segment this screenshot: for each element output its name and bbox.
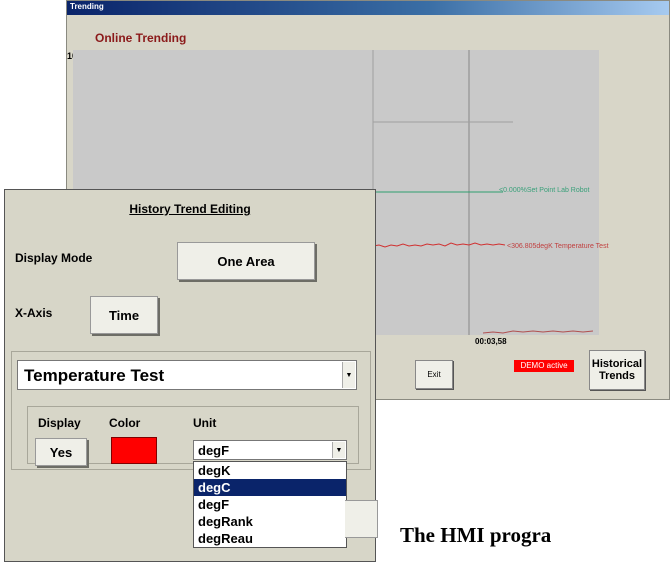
historical-trends-line2: Trends bbox=[598, 370, 636, 382]
historical-trends-line1: Historical bbox=[591, 358, 643, 370]
historical-trends-button[interactable]: Historical Trends bbox=[589, 350, 645, 390]
display-mode-button[interactable]: One Area bbox=[177, 242, 315, 280]
unit-select-value: degF bbox=[198, 443, 230, 458]
x-axis-label: X-Axis bbox=[15, 306, 53, 320]
setpoint-trend-label: <0.000%Set Point Lab Robot bbox=[499, 187, 590, 194]
trend-select-value: Temperature Test bbox=[24, 366, 165, 385]
color-swatch[interactable] bbox=[111, 437, 157, 464]
display-yes-button[interactable]: Yes bbox=[35, 438, 87, 466]
temperature-trend-line bbox=[372, 242, 506, 248]
dialog-title: History Trend Editing bbox=[129, 202, 251, 216]
time-axis-label: 00:03,58 bbox=[475, 337, 507, 346]
trending-window-title: Trending bbox=[70, 2, 104, 11]
trending-titlebar[interactable]: Trending bbox=[67, 1, 669, 15]
trend-select[interactable]: Temperature Test ▼ bbox=[17, 360, 357, 390]
color-column-label: Color bbox=[109, 416, 141, 430]
unit-option-degK[interactable]: degK bbox=[194, 462, 346, 479]
unit-option-degRank[interactable]: degRank bbox=[194, 513, 346, 530]
display-column-label: Display bbox=[38, 416, 81, 430]
unit-dropdown-arrow-icon[interactable]: ▼ bbox=[332, 442, 345, 458]
unit-dropdown-list: degK degC degF degRank degReau bbox=[193, 461, 347, 548]
unit-option-degReau[interactable]: degReau bbox=[194, 530, 346, 547]
lower-trend-line bbox=[482, 330, 594, 334]
x-axis-button[interactable]: Time bbox=[90, 296, 158, 334]
exit-button[interactable]: Exit bbox=[415, 360, 453, 389]
demo-active-badge: DEMO active bbox=[514, 360, 574, 372]
partially-hidden-button[interactable] bbox=[345, 500, 378, 538]
caption-text: The HMI progra bbox=[400, 523, 552, 547]
history-trend-editing-dialog: History Trend Editing Display Mode One A… bbox=[4, 189, 378, 562]
unit-option-degC[interactable]: degC bbox=[194, 479, 346, 496]
unit-select[interactable]: degF ▼ bbox=[193, 440, 347, 460]
display-mode-label: Display Mode bbox=[15, 251, 93, 265]
online-trending-title: Online Trending bbox=[95, 31, 187, 45]
dropdown-arrow-icon[interactable]: ▼ bbox=[342, 362, 355, 388]
temperature-trend-label: <306.805degK Temperature Test bbox=[507, 243, 609, 250]
unit-option-degF[interactable]: degF bbox=[194, 496, 346, 513]
unit-column-label: Unit bbox=[193, 416, 217, 430]
